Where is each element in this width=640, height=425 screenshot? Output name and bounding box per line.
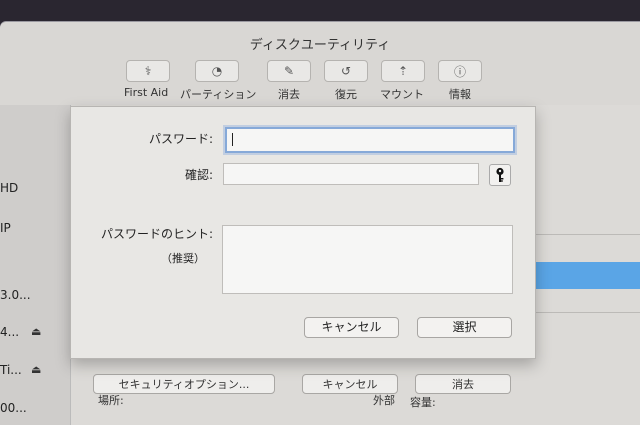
restore-icon: ↺ <box>340 64 352 78</box>
partition-button[interactable]: ◔ <box>195 60 239 82</box>
hint-recommended-label: （推奨） <box>161 252 205 265</box>
password-field[interactable] <box>225 127 515 153</box>
sidebar: HD IP 3.0... 4... ⏏ Ti... ⏏ 00... <box>0 105 71 425</box>
divider <box>536 312 640 313</box>
sidebar-item-ti[interactable]: Ti... <box>0 363 22 377</box>
first-aid-label: First Aid <box>124 86 169 99</box>
cancel-button[interactable]: キャンセル <box>304 317 399 338</box>
sidebar-item-4[interactable]: 4... <box>0 325 19 339</box>
sidebar-item-00[interactable]: 00... <box>0 401 27 415</box>
selected-row[interactable] <box>536 262 640 289</box>
bg-cancel-button[interactable]: キャンセル <box>302 374 398 394</box>
security-options-button[interactable]: セキュリティオプション... <box>93 374 275 394</box>
text-caret <box>232 133 233 146</box>
divider <box>536 234 640 235</box>
hint-label: パスワードのヒント: <box>100 227 213 241</box>
partition-icon: ◔ <box>211 64 223 78</box>
mount-icon: ⇡ <box>397 64 409 78</box>
location-value: 外部 <box>373 394 395 407</box>
capacity-label: 容量: <box>410 396 436 409</box>
password-dialog: パスワード: 確認: パスワードのヒント: （推奨） キャンセル 選択 <box>70 106 536 359</box>
info-label: 情報 <box>449 88 471 101</box>
mount-button[interactable]: ⇡ <box>381 60 425 82</box>
eject-icon[interactable]: ⏏ <box>31 363 41 376</box>
erase-icon: ✎ <box>283 64 295 78</box>
select-button[interactable]: 選択 <box>417 317 512 338</box>
erase-label: 消去 <box>278 88 300 101</box>
info-button[interactable]: ⓘ <box>438 60 482 82</box>
stethoscope-icon: ⚕ <box>144 64 152 78</box>
first-aid-button[interactable]: ⚕ <box>126 60 170 82</box>
partition-label: パーティション <box>180 88 257 101</box>
sidebar-item-hd[interactable]: HD <box>0 181 18 195</box>
password-assistant-button[interactable] <box>489 164 511 186</box>
password-label: パスワード: <box>148 132 213 146</box>
mount-label: マウント <box>380 88 424 101</box>
hint-textarea[interactable] <box>222 225 513 294</box>
bg-erase-button[interactable]: 消去 <box>415 374 511 394</box>
verify-label: 確認: <box>184 168 213 182</box>
restore-label: 復元 <box>335 88 357 101</box>
erase-button[interactable]: ✎ <box>267 60 311 82</box>
sidebar-item-30[interactable]: 3.0... <box>0 288 31 302</box>
location-label: 場所: <box>98 394 124 407</box>
window-title: ディスクユーティリティ <box>249 38 391 53</box>
eject-icon[interactable]: ⏏ <box>31 325 41 338</box>
verify-field[interactable] <box>223 163 479 185</box>
key-icon <box>496 167 504 182</box>
info-icon: ⓘ <box>453 64 466 79</box>
restore-button[interactable]: ↺ <box>324 60 368 82</box>
sidebar-item-ip[interactable]: IP <box>0 221 11 235</box>
